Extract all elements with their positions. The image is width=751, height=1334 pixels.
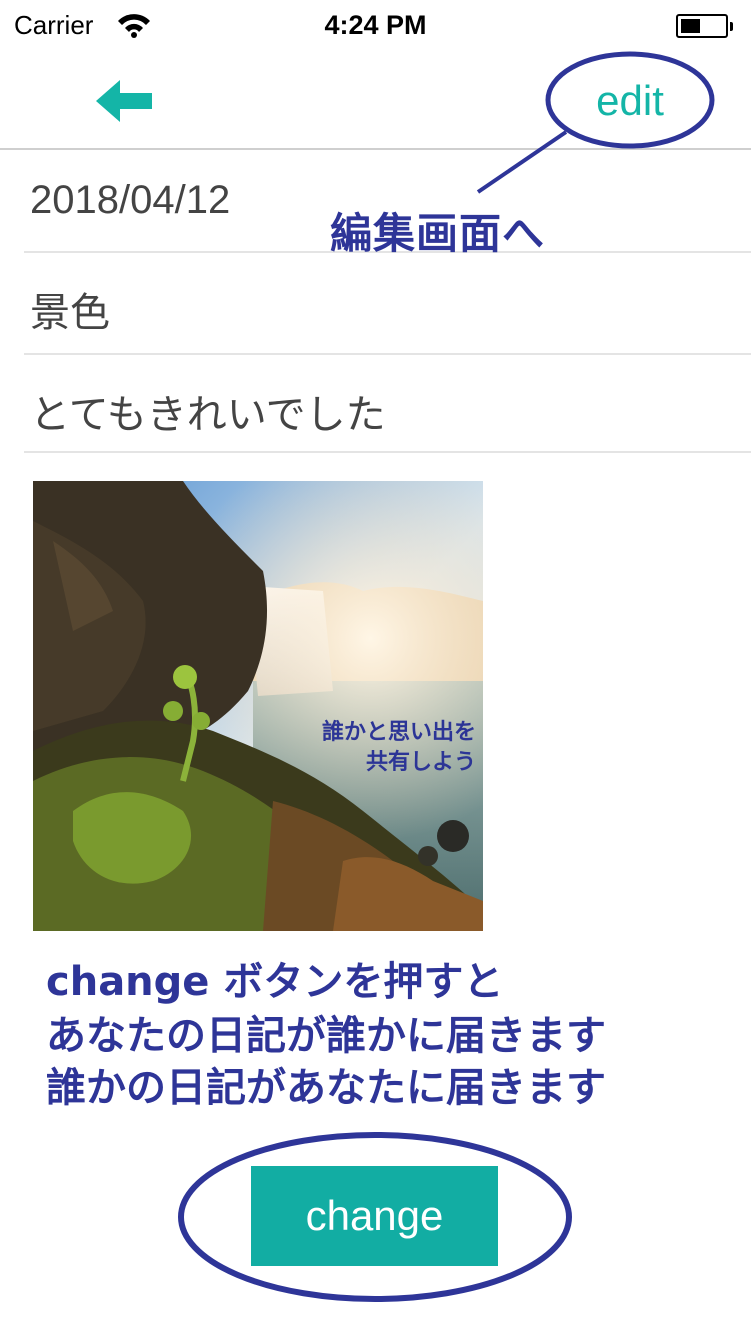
photo-annotation-line1: 誰かと思い出を [321, 720, 476, 745]
change-annotation-line1: change ボタンを押すと [46, 959, 504, 1005]
change-annotation-line3: 誰かの日記があなたに届きます [46, 1065, 606, 1111]
edit-annotation: 編集画面へ [330, 209, 546, 258]
back-button[interactable] [90, 76, 160, 126]
photo-annotation-line2: 共有しよう [365, 750, 476, 775]
diary-photo [33, 481, 483, 931]
title-value: 景色 [30, 291, 110, 335]
battery-level [681, 19, 700, 33]
status-bar: Carrier 4:24 PM [0, 0, 751, 52]
change-button[interactable]: change [251, 1166, 498, 1266]
arrow-left-icon [96, 80, 152, 122]
nav-bar: edit [0, 52, 751, 150]
change-annotation-line2: あなたの日記が誰かに届きます [46, 1013, 606, 1059]
body-value: とてもきれいでした [30, 393, 386, 437]
edit-button[interactable]: edit [570, 74, 690, 128]
title-row[interactable]: 景色 [24, 254, 751, 355]
battery-icon [676, 14, 728, 38]
photo-annotation: 誰かと思い出を 共有しよう [280, 718, 476, 778]
date-value: 2018/04/12 [30, 178, 231, 222]
status-time: 4:24 PM [324, 10, 427, 40]
battery-cap [730, 22, 733, 31]
body-row[interactable]: とてもきれいでした [24, 356, 751, 453]
